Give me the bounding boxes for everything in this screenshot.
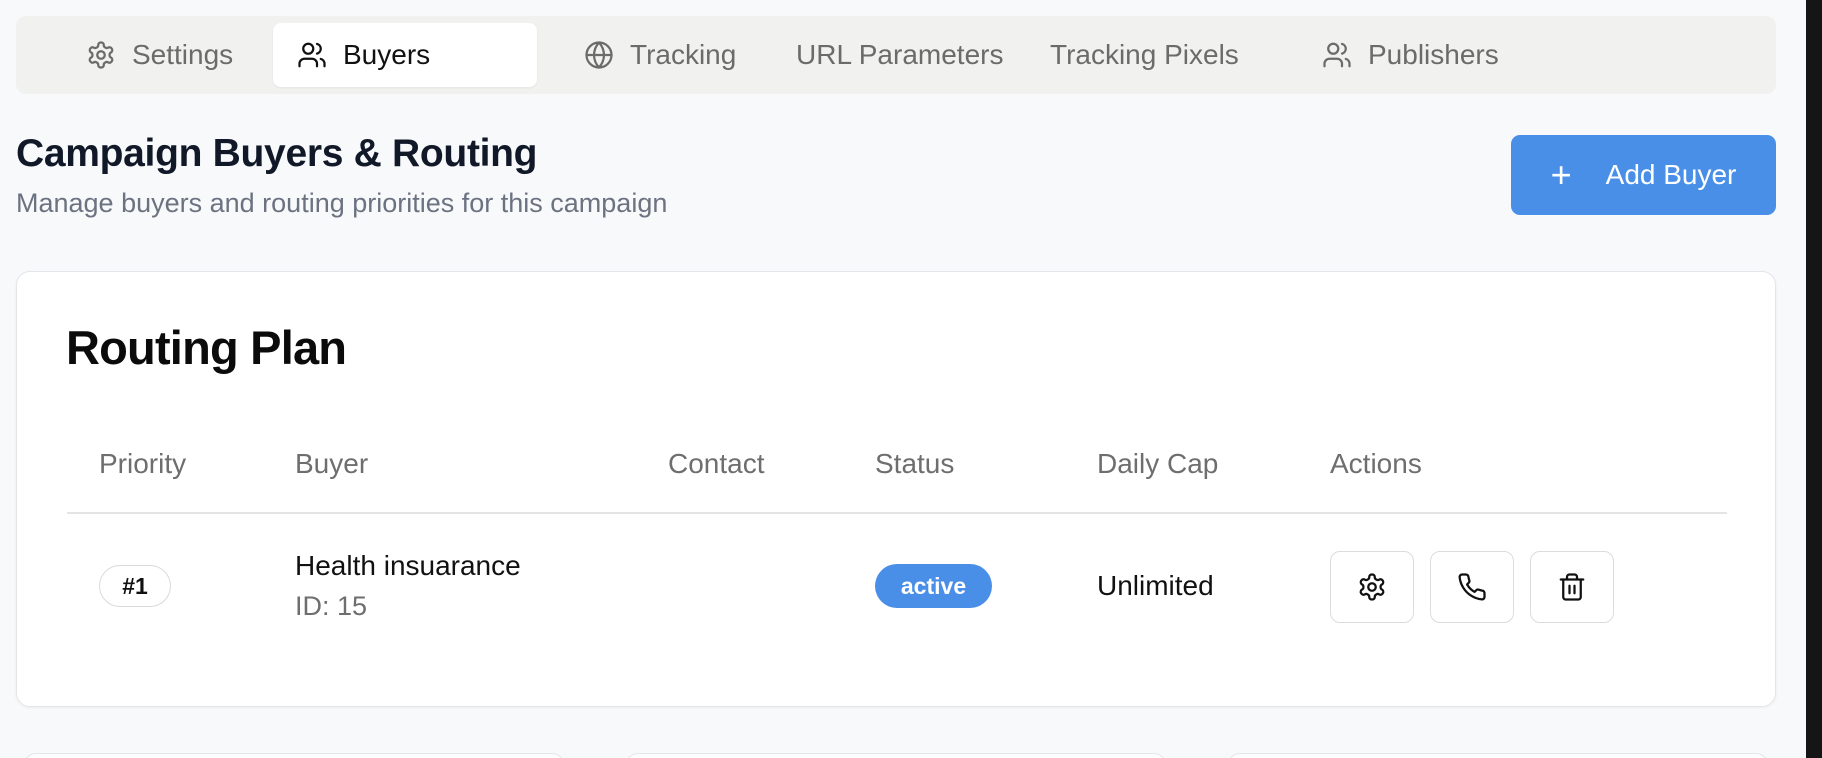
page-subtitle: Manage buyers and routing priorities for… — [16, 188, 668, 218]
add-buyer-button[interactable]: + Add Buyer — [1511, 135, 1776, 215]
routing-plan-title: Routing Plan — [66, 321, 347, 374]
summary-card — [1228, 753, 1768, 758]
tab-url-parameters[interactable]: URL Parameters — [772, 23, 1027, 87]
summary-card — [626, 753, 1166, 758]
column-header-priority: Priority — [99, 448, 187, 479]
plus-icon: + — [1550, 154, 1572, 195]
tab-label: Publishers — [1368, 39, 1499, 70]
summary-card — [24, 753, 564, 758]
tab-label: Tracking Pixels — [1050, 39, 1239, 70]
buyer-name: Health insuarance — [295, 550, 521, 581]
trash-icon — [1559, 573, 1585, 601]
tab-label: URL Parameters — [796, 39, 1004, 70]
tab-publishers[interactable]: Publishers — [1298, 23, 1523, 87]
gear-icon — [88, 41, 114, 69]
tab-label: Tracking — [630, 39, 737, 70]
tab-label: Buyers — [343, 39, 431, 70]
status-badge: active — [875, 564, 992, 608]
window-edge — [1806, 0, 1822, 758]
column-header-actions: Actions — [1330, 448, 1422, 479]
gear-icon — [1359, 573, 1385, 601]
users-icon — [298, 42, 326, 68]
tab-buyers[interactable]: Buyers — [273, 23, 537, 87]
tab-bar: Settings Buyers Tracking URL Parameters … — [16, 16, 1776, 94]
column-header-status: Status — [875, 448, 955, 479]
users-icon — [1323, 42, 1351, 68]
buyer-call-button[interactable] — [1430, 551, 1514, 623]
priority-badge: #1 — [99, 565, 171, 607]
phone-icon — [1458, 573, 1486, 601]
routing-plan-card: Routing Plan Priority Buyer Contact Stat… — [16, 271, 1776, 707]
column-header-contact: Contact — [668, 448, 765, 479]
column-header-buyer: Buyer — [295, 448, 369, 479]
column-header-daily-cap: Daily Cap — [1097, 448, 1219, 479]
buyer-settings-button[interactable] — [1330, 551, 1414, 623]
tab-tracking-pixels[interactable]: Tracking Pixels — [1026, 23, 1263, 87]
buyer-delete-button[interactable] — [1530, 551, 1614, 623]
add-buyer-label: Add Buyer — [1605, 159, 1737, 190]
tab-settings[interactable]: Settings — [62, 23, 257, 87]
daily-cap-value: Unlimited — [1097, 570, 1214, 601]
tab-label: Settings — [132, 39, 234, 70]
tab-tracking[interactable]: Tracking — [560, 23, 760, 87]
page-title: Campaign Buyers & Routing — [16, 132, 538, 175]
table-divider — [67, 512, 1727, 514]
globe-icon — [585, 41, 613, 69]
buyer-id: ID: 15 — [295, 591, 368, 621]
